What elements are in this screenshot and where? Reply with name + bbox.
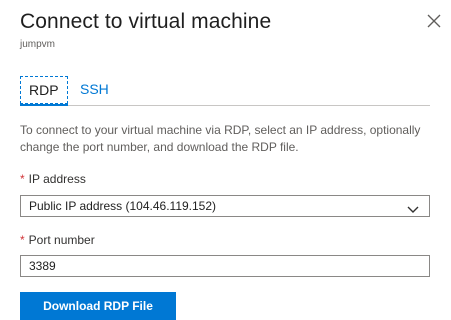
- close-icon[interactable]: [425, 12, 443, 30]
- port-number-label: * Port number: [20, 233, 95, 247]
- ip-address-label-text: IP address: [28, 172, 86, 186]
- port-number-value: 3389: [29, 259, 56, 273]
- ip-address-label: * IP address: [20, 172, 86, 186]
- ip-address-value: Public IP address (104.46.119.152): [29, 199, 217, 213]
- panel-subtitle: jumpvm: [20, 39, 56, 50]
- ip-address-select[interactable]: Public IP address (104.46.119.152): [20, 195, 430, 217]
- tab-rdp[interactable]: RDP: [20, 76, 68, 106]
- tab-ssh[interactable]: SSH: [72, 76, 117, 104]
- required-marker: *: [20, 172, 25, 186]
- download-rdp-button[interactable]: Download RDP File: [20, 292, 176, 320]
- connect-vm-panel: Connect to virtual machine jumpvm RDP SS…: [0, 0, 451, 320]
- chevron-down-icon: [407, 202, 419, 213]
- port-number-input[interactable]: 3389: [20, 255, 430, 277]
- instructions-text: To connect to your virtual machine via R…: [20, 123, 421, 154]
- required-marker: *: [20, 233, 25, 247]
- connection-tabs: RDP SSH: [20, 76, 430, 106]
- port-number-label-text: Port number: [28, 233, 95, 247]
- panel-title: Connect to virtual machine: [20, 10, 272, 33]
